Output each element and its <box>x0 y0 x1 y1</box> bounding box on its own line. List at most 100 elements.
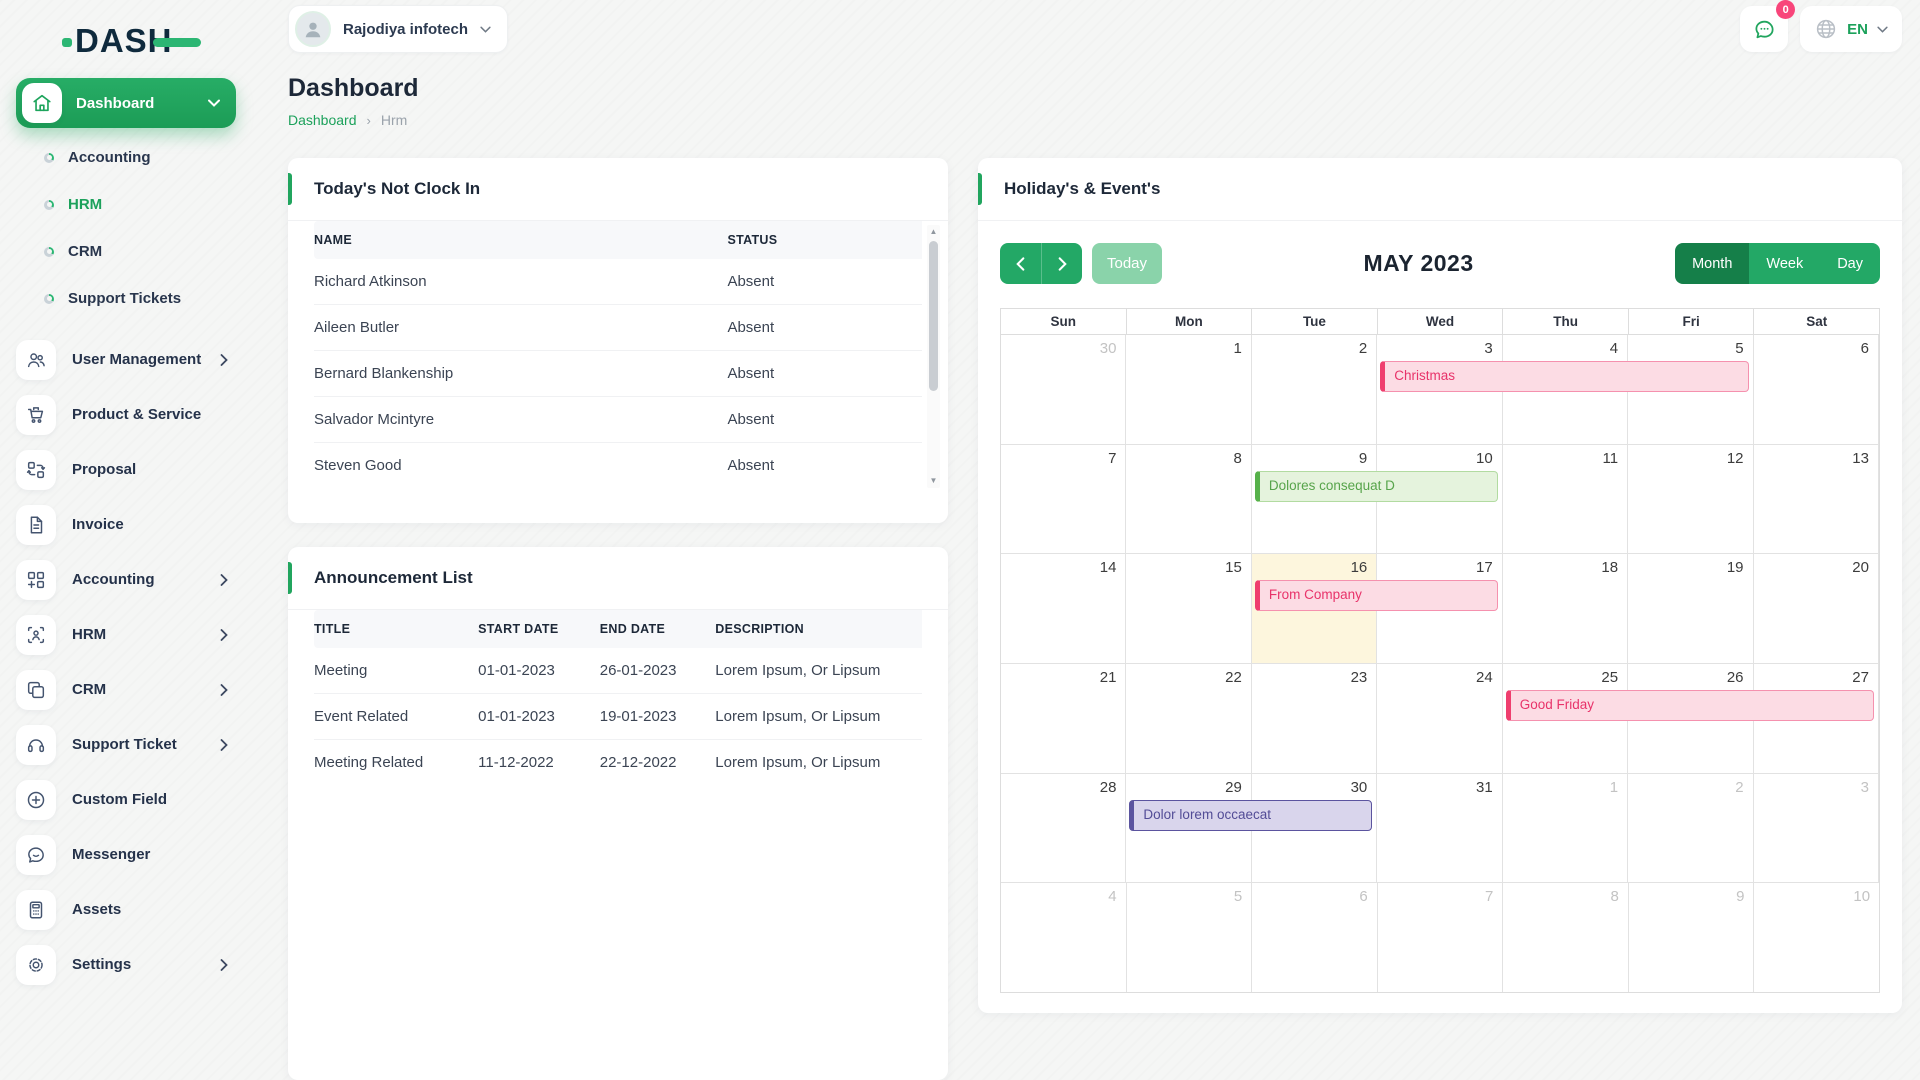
company-name: Rajodiya infotech <box>343 21 468 38</box>
calendar-day-cell[interactable]: 2 <box>1252 335 1377 444</box>
calendar-day-cell[interactable]: 2 <box>1628 774 1753 883</box>
calendar-grid: SunMonTueWedThuFriSat 30123456Christmas7… <box>1000 308 1880 993</box>
scroll-down-icon[interactable]: ▼ <box>930 474 938 488</box>
sidebar-item-settings[interactable]: Settings <box>16 937 242 992</box>
view-month-button[interactable]: Month <box>1675 243 1749 284</box>
sidebar-item-proposal[interactable]: Proposal <box>16 442 242 497</box>
sidebar: DASH Dashboard Accounting HRM <box>0 0 252 1080</box>
language-selector[interactable]: EN <box>1800 6 1902 52</box>
calendar-day-cell[interactable]: 15 <box>1126 554 1251 663</box>
calendar-day-cell[interactable]: 1 <box>1126 335 1251 444</box>
calendar-week: 21222324252627Good Friday <box>1001 664 1879 774</box>
sidebar-item-user-management[interactable]: User Management <box>16 332 242 387</box>
table-cell: Aileen Butler <box>314 305 727 351</box>
scroll-thumb[interactable] <box>929 241 938 391</box>
view-week-button[interactable]: Week <box>1749 243 1820 284</box>
holidays-events-card: Holiday's & Event's Today MAY 202 <box>978 158 1902 1013</box>
calendar-day-cell[interactable]: 18 <box>1503 554 1628 663</box>
prev-month-button[interactable] <box>1000 243 1041 284</box>
next-month-button[interactable] <box>1041 243 1082 284</box>
sidebar-item-label: Accounting <box>72 571 204 588</box>
calendar-day-cell[interactable]: 12 <box>1628 445 1753 554</box>
calendar-day-cell[interactable]: 13 <box>1754 445 1879 554</box>
breadcrumb-dashboard[interactable]: Dashboard <box>288 112 357 128</box>
calendar-day-cell[interactable]: 8 <box>1503 883 1629 992</box>
sidebar-item-messenger[interactable]: Messenger <box>16 827 242 882</box>
chevron-down-icon <box>1877 26 1888 33</box>
calendar-day-cell[interactable]: 5 <box>1127 883 1253 992</box>
app-root: DASH Dashboard Accounting HRM <box>0 0 1920 1080</box>
calendar-day-cell[interactable]: 6 <box>1754 335 1879 444</box>
table-header-row: TITLESTART DATEEND DATEDESCRIPTION <box>314 610 922 648</box>
gear-icon <box>16 945 56 985</box>
sidebar-item-accounting-dash[interactable]: Accounting <box>16 134 242 181</box>
table-row: Salvador McintyreAbsent <box>314 397 922 443</box>
calendar-day-cell[interactable]: 11 <box>1503 445 1628 554</box>
calendar-day-cell[interactable]: 20 <box>1754 554 1879 663</box>
table-scrollbar[interactable]: ▲ ▼ <box>927 225 940 488</box>
messages-button[interactable]: 0 <box>1740 6 1788 52</box>
chevron-right-icon <box>220 739 228 751</box>
topbar-actions: 0 EN <box>1740 6 1902 52</box>
calendar-week: 28293031123Dolor lorem occaecat <box>1001 774 1879 884</box>
sidebar-item-custom-field[interactable]: Custom Field <box>16 772 242 827</box>
table-cell: Absent <box>727 397 922 443</box>
today-button[interactable]: Today <box>1092 243 1162 284</box>
chevron-right-icon <box>220 629 228 641</box>
calendar-day-cell[interactable]: 1 <box>1503 774 1628 883</box>
not-clock-in-table: NAMESTATUSRichard AtkinsonAbsentAileen B… <box>314 221 922 488</box>
table-cell: Meeting <box>314 648 478 694</box>
calendar-day-cell[interactable]: 30 <box>1001 335 1126 444</box>
view-day-button[interactable]: Day <box>1820 243 1880 284</box>
table-row: Event Related01-01-202319-01-2023Lorem I… <box>314 694 922 740</box>
sidebar-item-accounting[interactable]: Accounting <box>16 552 242 607</box>
chevron-down-icon <box>208 99 220 107</box>
calendar-day-cell[interactable]: 10 <box>1754 883 1879 992</box>
calendar-day-cell[interactable]: 31 <box>1377 774 1502 883</box>
sidebar-item-hrm[interactable]: HRM <box>16 607 242 662</box>
calendar-view-switcher: MonthWeekDay <box>1675 243 1880 284</box>
table-cell: Lorem Ipsum, Or Lipsum <box>715 740 922 786</box>
calendar-day-cell[interactable]: 3 <box>1754 774 1879 883</box>
calendar-day-cell[interactable]: 14 <box>1001 554 1126 663</box>
calendar-event[interactable]: Dolores consequat D <box>1255 471 1498 502</box>
topbar: Rajodiya infotech 0 <box>288 0 1902 58</box>
calendar-day-cell[interactable]: 6 <box>1252 883 1378 992</box>
column-header: NAME <box>314 221 727 259</box>
sidebar-item-crm-dash[interactable]: CRM <box>16 228 242 275</box>
calendar-day-cell[interactable]: 21 <box>1001 664 1126 773</box>
calendar-day-cell[interactable]: 24 <box>1377 664 1502 773</box>
sidebar-item-support-tickets-dash[interactable]: Support Tickets <box>16 275 242 322</box>
calendar-day-cell[interactable]: 8 <box>1126 445 1251 554</box>
table-cell: Lorem Ipsum, Or Lipsum <box>715 694 922 740</box>
calendar-day-cell[interactable]: 9 <box>1629 883 1755 992</box>
calendar-event[interactable]: Good Friday <box>1506 690 1874 721</box>
calendar-event[interactable]: Dolor lorem occaecat <box>1129 800 1372 831</box>
sidebar-item-dashboard[interactable]: Dashboard <box>16 78 236 128</box>
calendar-day-cell[interactable]: 19 <box>1628 554 1753 663</box>
company-selector[interactable]: Rajodiya infotech <box>288 5 508 53</box>
sidebar-item-product-service[interactable]: Product & Service <box>16 387 242 442</box>
calendar-day-cell[interactable]: 22 <box>1126 664 1251 773</box>
sidebar-item-crm[interactable]: CRM <box>16 662 242 717</box>
calendar-day-cell[interactable]: 28 <box>1001 774 1126 883</box>
calendar-event[interactable]: From Company <box>1255 580 1498 611</box>
sidebar-item-invoice[interactable]: Invoice <box>16 497 242 552</box>
sidebar-item-support-ticket[interactable]: Support Ticket <box>16 717 242 772</box>
sidebar-item-assets[interactable]: Assets <box>16 882 242 937</box>
sidebar-item-label: HRM <box>72 626 204 643</box>
calendar-event[interactable]: Christmas <box>1380 361 1748 392</box>
calendar-week: 45678910 <box>1001 883 1879 992</box>
calendar-day-cell[interactable]: 23 <box>1252 664 1377 773</box>
sidebar-item-hrm-dash[interactable]: HRM <box>16 181 242 228</box>
plus-circle-icon <box>16 780 56 820</box>
breadcrumb-current: Hrm <box>381 112 407 128</box>
language-code: EN <box>1847 21 1868 38</box>
table-cell: 11-12-2022 <box>478 740 600 786</box>
table-cell: Meeting Related <box>314 740 478 786</box>
scroll-up-icon[interactable]: ▲ <box>930 225 938 239</box>
chevron-down-icon <box>480 26 491 33</box>
calendar-day-cell[interactable]: 4 <box>1001 883 1127 992</box>
calendar-day-cell[interactable]: 7 <box>1378 883 1504 992</box>
calendar-day-cell[interactable]: 7 <box>1001 445 1126 554</box>
